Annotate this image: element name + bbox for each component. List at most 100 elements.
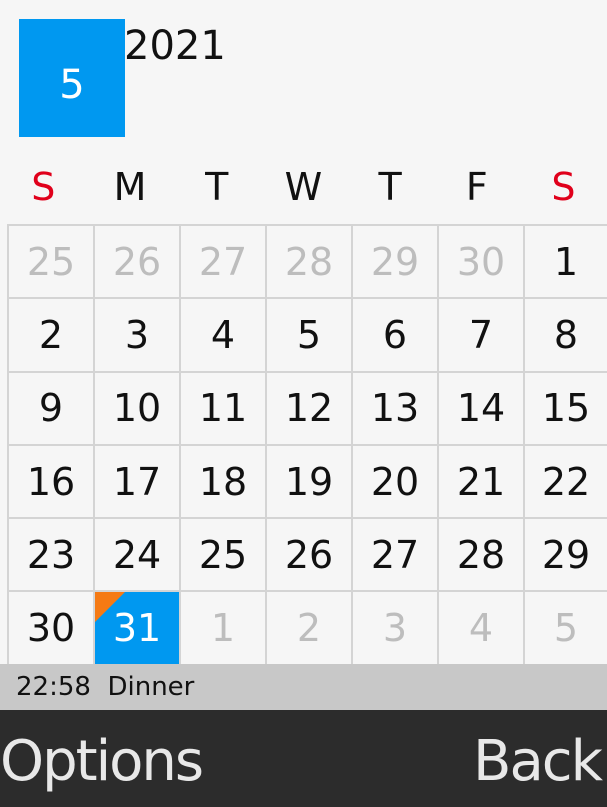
day-cell[interactable]: 8 <box>525 299 607 373</box>
day-cell[interactable]: 3 <box>353 592 439 666</box>
day-cell[interactable]: 5 <box>267 299 353 373</box>
day-cell[interactable]: 23 <box>9 519 95 593</box>
day-cell[interactable]: 7 <box>439 299 525 373</box>
day-cell[interactable]: 10 <box>95 372 181 446</box>
day-number: 23 <box>26 532 76 577</box>
day-number: 9 <box>38 386 64 431</box>
day-cell[interactable]: 29 <box>525 519 607 593</box>
day-cell[interactable]: 13 <box>353 372 439 446</box>
day-cell[interactable]: 26 <box>267 519 353 593</box>
day-cell[interactable]: 3 <box>95 299 181 373</box>
day-cell[interactable]: 27 <box>353 519 439 593</box>
weekday-label: T <box>205 165 229 209</box>
day-number: 2 <box>296 606 322 651</box>
day-number: 28 <box>456 532 506 577</box>
day-number: 16 <box>26 459 76 504</box>
day-number: 21 <box>456 459 506 504</box>
day-number: 29 <box>541 532 591 577</box>
month-grid: 25 26 27 28 29 30 1 2 3 4 5 6 7 8 9 10 11 12 13 14 15 16 17 18 1… <box>7 224 607 666</box>
day-cell[interactable]: 24 <box>95 519 181 593</box>
day-number: 26 <box>112 239 162 284</box>
day-number: 31 <box>112 606 162 651</box>
day-cell[interactable]: 5 <box>525 592 607 666</box>
day-number: 3 <box>124 312 150 357</box>
day-cell[interactable]: 14 <box>439 372 525 446</box>
day-cell[interactable]: 11 <box>181 372 267 446</box>
day-cell[interactable]: 15 <box>525 373 607 446</box>
day-cell[interactable]: 22 <box>525 446 607 520</box>
softkey-bar: Options Back <box>0 710 607 807</box>
day-cell[interactable]: 9 <box>9 372 95 446</box>
day-number: 29 <box>370 239 420 284</box>
day-cell[interactable]: 4 <box>439 592 525 666</box>
weekday-label: S <box>551 165 576 209</box>
day-number: 7 <box>468 312 494 357</box>
day-number: 3 <box>382 606 408 651</box>
day-cell[interactable]: 28 <box>439 519 525 593</box>
day-number: 14 <box>456 386 506 431</box>
day-cell[interactable]: 1 <box>181 592 267 666</box>
event-time: 22:58 <box>16 672 91 702</box>
day-number: 1 <box>553 239 579 284</box>
options-softkey[interactable]: Options <box>0 726 204 798</box>
day-number: 1 <box>210 606 236 651</box>
day-number: 22 <box>541 459 591 504</box>
day-number: 8 <box>553 312 579 357</box>
day-number: 15 <box>541 386 591 431</box>
event-preview-bar[interactable]: 22:58 Dinner <box>0 664 607 710</box>
day-number: 11 <box>198 386 248 431</box>
day-cell[interactable]: 21 <box>439 445 525 520</box>
month-badge: 5 <box>19 19 125 137</box>
day-cell[interactable]: 29 <box>353 226 439 300</box>
day-number: 24 <box>112 532 162 577</box>
calendar-app: 5 2021 SMTWTFS 25 26 27 28 29 30 1 2 3 4 5 6 7 8 9 10 11… <box>0 0 607 807</box>
day-cell[interactable]: 12 <box>267 372 353 446</box>
day-cell[interactable]: 1 <box>525 226 607 300</box>
day-cell[interactable]: 25 <box>181 519 267 593</box>
day-number: 4 <box>468 606 494 651</box>
selected-day-cell[interactable]: 31 <box>95 592 181 666</box>
weekday-label: S <box>31 165 56 209</box>
day-cell[interactable]: 27 <box>181 226 267 300</box>
day-cell[interactable]: 6 <box>353 299 439 373</box>
day-number: 2 <box>38 312 64 357</box>
day-number: 6 <box>382 312 408 357</box>
day-number: 27 <box>198 239 248 284</box>
weekday-label: T <box>378 165 402 209</box>
day-number: 20 <box>370 459 420 504</box>
event-title: Dinner <box>107 672 195 702</box>
day-number: 10 <box>112 386 162 431</box>
day-cell[interactable]: 19 <box>267 445 353 520</box>
day-cell[interactable]: 17 <box>95 445 181 520</box>
month-number: 5 <box>59 62 85 108</box>
day-cell[interactable]: 2 <box>267 592 353 666</box>
day-number: 27 <box>370 532 420 577</box>
day-number: 30 <box>26 606 76 651</box>
day-number: 13 <box>370 386 420 431</box>
day-number: 28 <box>284 239 334 284</box>
weekday-label: W <box>284 165 323 209</box>
weekday-label: F <box>465 165 488 209</box>
calendar-header: 5 2021 <box>0 0 607 150</box>
weekday-label: M <box>113 165 147 209</box>
day-number: 12 <box>284 386 334 431</box>
day-number: 4 <box>210 312 236 357</box>
day-cell[interactable]: 28 <box>267 226 353 300</box>
day-cell[interactable]: 20 <box>353 445 439 520</box>
day-cell[interactable]: 4 <box>181 299 267 373</box>
day-number: 5 <box>296 312 322 357</box>
weekday-header-row: SMTWTFS <box>0 150 607 224</box>
day-cell[interactable]: 30 <box>439 226 525 300</box>
day-cell[interactable]: 16 <box>9 445 95 520</box>
day-number: 5 <box>553 606 579 651</box>
day-cell[interactable]: 30 <box>9 592 95 666</box>
year-label: 2021 <box>124 23 226 69</box>
back-softkey[interactable]: Back <box>473 726 603 798</box>
day-cell[interactable]: 25 <box>9 226 95 300</box>
day-number: 19 <box>284 459 334 504</box>
day-cell[interactable]: 18 <box>181 445 267 520</box>
day-number: 26 <box>284 532 334 577</box>
day-cell[interactable]: 2 <box>9 299 95 373</box>
day-cell[interactable]: 26 <box>95 226 181 300</box>
day-number: 17 <box>112 459 162 504</box>
